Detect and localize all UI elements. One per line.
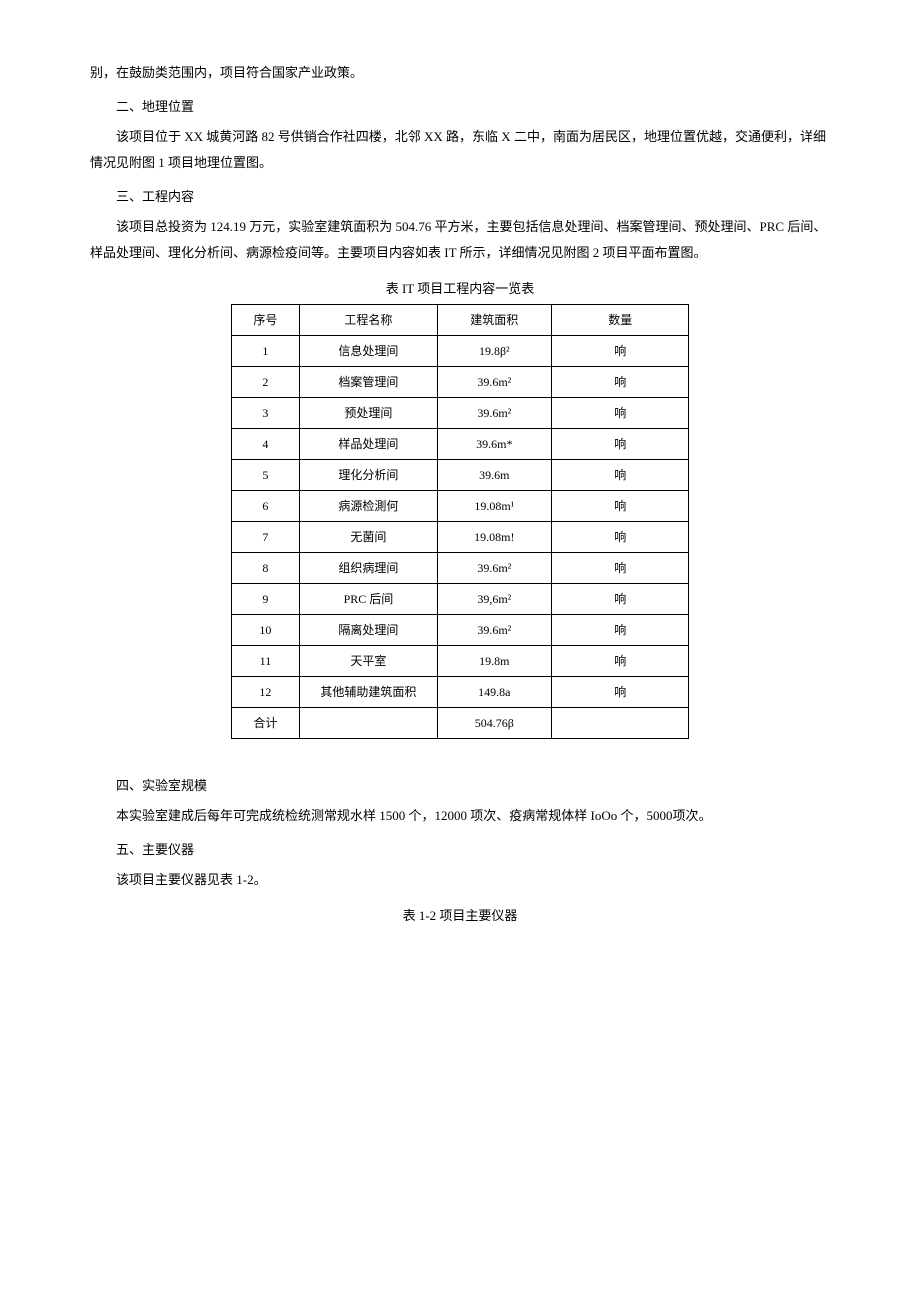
table-cell: 39.6m² bbox=[437, 615, 551, 646]
table-cell: 响 bbox=[552, 584, 689, 615]
table-cell: 12 bbox=[231, 677, 300, 708]
table-cell: 39.6m² bbox=[437, 367, 551, 398]
table-row: 5理化分析间39.6m响 bbox=[231, 460, 689, 491]
table-cell: 合计 bbox=[231, 708, 300, 739]
table-cell: 2 bbox=[231, 367, 300, 398]
table-row: 7无菌间19.08m!响 bbox=[231, 522, 689, 553]
table-cell: 8 bbox=[231, 553, 300, 584]
table-cell: 响 bbox=[552, 553, 689, 584]
table-total-row: 合计 504.76β bbox=[231, 708, 689, 739]
table-cell: 理化分析间 bbox=[300, 460, 437, 491]
table-cell: 39,6m² bbox=[437, 584, 551, 615]
table-cell: 10 bbox=[231, 615, 300, 646]
paragraph-instruments: 该项目主要仪器见表 1-2。 bbox=[90, 867, 830, 893]
table-cell: 7 bbox=[231, 522, 300, 553]
table-cell: 预处理间 bbox=[300, 398, 437, 429]
table-cell: 响 bbox=[552, 646, 689, 677]
table-cell: 4 bbox=[231, 429, 300, 460]
table-cell: 响 bbox=[552, 615, 689, 646]
table-cell: 39.6m² bbox=[437, 553, 551, 584]
table-cell: 样品处理间 bbox=[300, 429, 437, 460]
table-cell: 响 bbox=[552, 367, 689, 398]
table-cell: 3 bbox=[231, 398, 300, 429]
table-cell: 504.76β bbox=[437, 708, 551, 739]
table-row: 10隔离处理间39.6m²响 bbox=[231, 615, 689, 646]
table-cell: 19.08m! bbox=[437, 522, 551, 553]
table-cell: 5 bbox=[231, 460, 300, 491]
table1-caption: 表 IT 项目工程内容一览表 bbox=[90, 276, 830, 302]
table-row: 8组织病理间39.6m²响 bbox=[231, 553, 689, 584]
table-row: 4样品处理间39.6m*响 bbox=[231, 429, 689, 460]
table-cell: 组织病理间 bbox=[300, 553, 437, 584]
table-cell: 11 bbox=[231, 646, 300, 677]
table-cell: 响 bbox=[552, 522, 689, 553]
table-cell: 19.08m¹ bbox=[437, 491, 551, 522]
table-cell: 无菌间 bbox=[300, 522, 437, 553]
table-cell bbox=[552, 708, 689, 739]
heading-engineering: 三、工程内容 bbox=[90, 184, 830, 210]
table-cell: 响 bbox=[552, 677, 689, 708]
table-cell: 档案管理间 bbox=[300, 367, 437, 398]
table-header-cell: 序号 bbox=[231, 305, 300, 336]
table-engineering-content: 序号 工程名称 建筑面积 数量 1信息处理间19.8β²响2档案管理间39.6m… bbox=[231, 304, 690, 739]
table-cell: 6 bbox=[231, 491, 300, 522]
table2-caption: 表 1-2 项目主要仪器 bbox=[90, 903, 830, 929]
table-cell: 响 bbox=[552, 429, 689, 460]
paragraph-continuation: 别，在鼓励类范围内，项目符合国家产业政策。 bbox=[90, 60, 830, 86]
table-cell: 39.6m² bbox=[437, 398, 551, 429]
table-cell: 149.8a bbox=[437, 677, 551, 708]
table-cell: 响 bbox=[552, 398, 689, 429]
table-cell: 9 bbox=[231, 584, 300, 615]
paragraph-location: 该项目位于 XX 城黄河路 82 号供销合作社四楼，北邻 XX 路，东临 X 二… bbox=[90, 124, 830, 176]
heading-location: 二、地理位置 bbox=[90, 94, 830, 120]
table-cell: 19.8β² bbox=[437, 336, 551, 367]
table-cell: 信息处理间 bbox=[300, 336, 437, 367]
table-cell: 隔离处理间 bbox=[300, 615, 437, 646]
table-header-cell: 工程名称 bbox=[300, 305, 437, 336]
paragraph-lab-scale: 本实验室建成后每年可完成统检统测常规水样 1500 个，12000 项次、疫病常… bbox=[90, 803, 830, 829]
heading-instruments: 五、主要仪器 bbox=[90, 837, 830, 863]
table-cell: 病源检測何 bbox=[300, 491, 437, 522]
table-cell: 19.8m bbox=[437, 646, 551, 677]
table-row: 12其他辅助建筑面积149.8a响 bbox=[231, 677, 689, 708]
table-header-row: 序号 工程名称 建筑面积 数量 bbox=[231, 305, 689, 336]
table-cell: 1 bbox=[231, 336, 300, 367]
paragraph-engineering: 该项目总投资为 124.19 万元，实验室建筑面积为 504.76 平方米，主要… bbox=[90, 214, 830, 266]
table-row: 11天平室19.8m响 bbox=[231, 646, 689, 677]
table-row: 9PRC 后间39,6m²响 bbox=[231, 584, 689, 615]
table-row: 1信息处理间19.8β²响 bbox=[231, 336, 689, 367]
table-cell: 响 bbox=[552, 460, 689, 491]
table-header-cell: 建筑面积 bbox=[437, 305, 551, 336]
table-cell: 39.6m bbox=[437, 460, 551, 491]
table-cell: 39.6m* bbox=[437, 429, 551, 460]
table-row: 6病源检測何19.08m¹响 bbox=[231, 491, 689, 522]
table-row: 3预处理间39.6m²响 bbox=[231, 398, 689, 429]
table-cell: 天平室 bbox=[300, 646, 437, 677]
table-header-cell: 数量 bbox=[552, 305, 689, 336]
table-cell: 响 bbox=[552, 336, 689, 367]
table-cell: 其他辅助建筑面积 bbox=[300, 677, 437, 708]
table-cell bbox=[300, 708, 437, 739]
heading-lab-scale: 四、实验室规模 bbox=[90, 773, 830, 799]
table-cell: 响 bbox=[552, 491, 689, 522]
table-row: 2档案管理间39.6m²响 bbox=[231, 367, 689, 398]
table-cell: PRC 后间 bbox=[300, 584, 437, 615]
